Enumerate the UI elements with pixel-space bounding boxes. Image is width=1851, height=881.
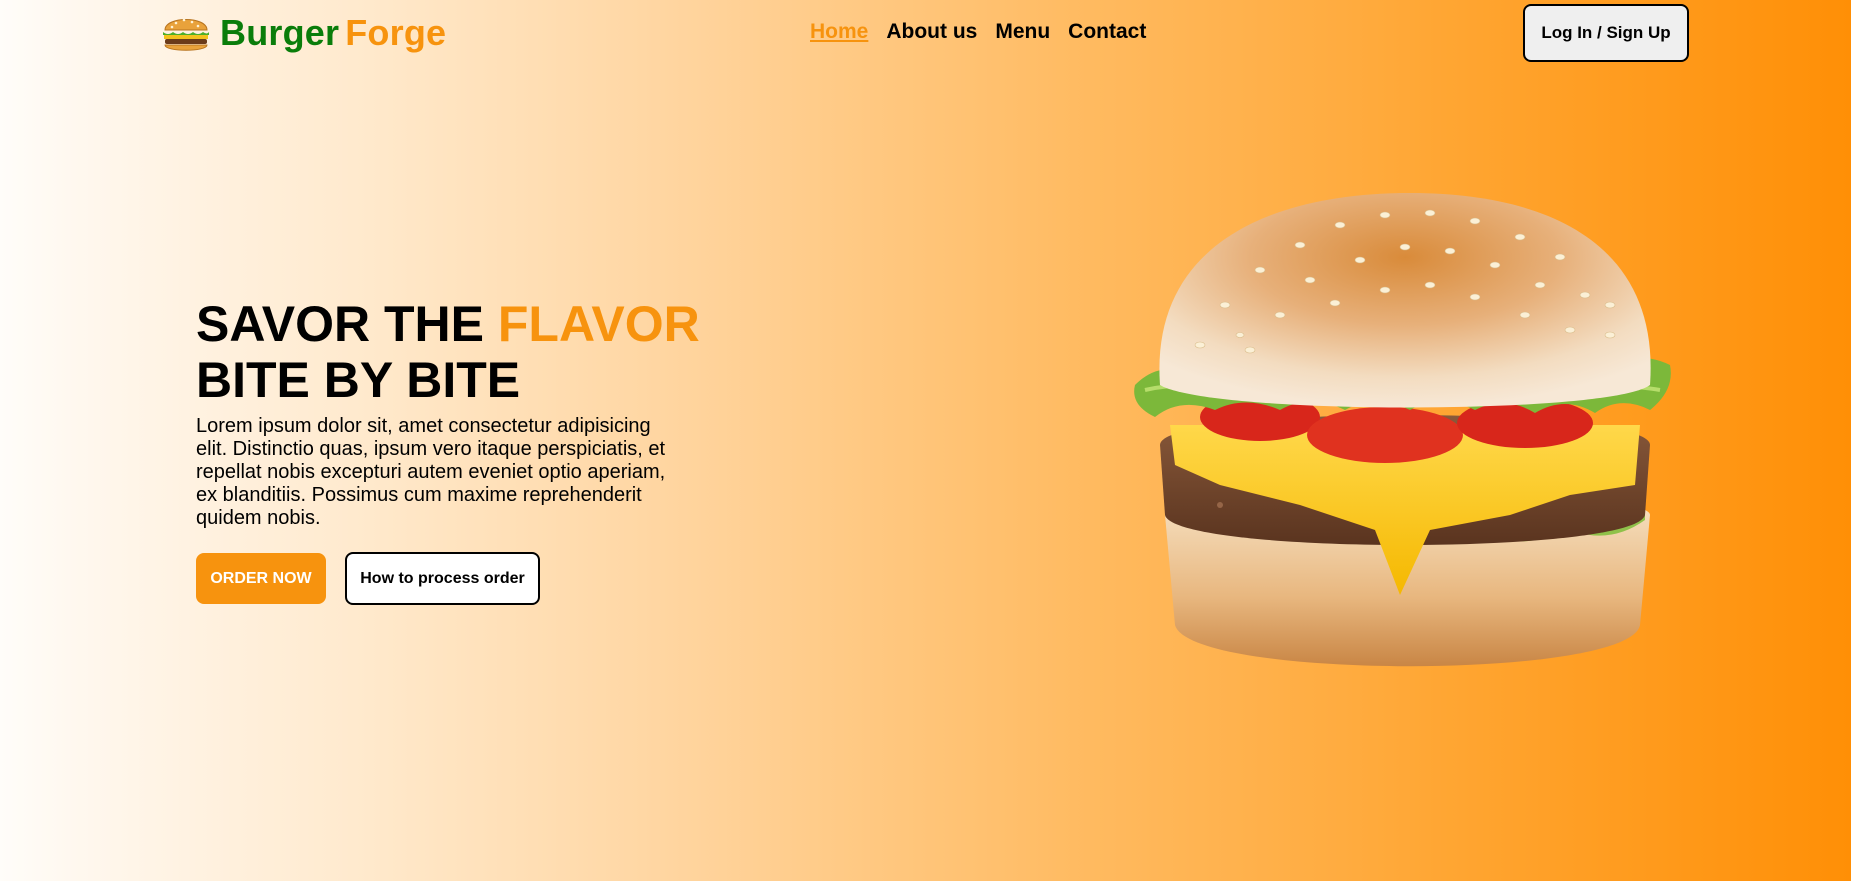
logo[interactable]: Burger Forge — [160, 10, 446, 56]
hero-title-line2: BITE BY BITE — [196, 352, 521, 408]
login-signup-button[interactable]: Log In / Sign Up — [1523, 4, 1689, 62]
nav-home[interactable]: Home — [810, 20, 868, 44]
nav-about-us[interactable]: About us — [886, 20, 977, 44]
brand-part-burger: Burger — [220, 12, 340, 53]
nav-contact[interactable]: Contact — [1068, 20, 1146, 44]
main-nav: Home About us Menu Contact — [810, 20, 1146, 44]
brand-part-forge: Forge — [345, 12, 447, 53]
order-now-button[interactable]: ORDER NOW — [196, 553, 326, 604]
burger-icon — [163, 18, 209, 51]
brand-name: Burger Forge — [220, 12, 446, 54]
how-to-order-button[interactable]: How to process order — [345, 552, 540, 605]
nav-menu[interactable]: Menu — [995, 20, 1050, 44]
hero-description: Lorem ipsum dolor sit, amet consectetur … — [196, 415, 666, 529]
hero-title-accent: FLAVOR — [497, 296, 700, 352]
cheeseburger-image — [1134, 193, 1671, 667]
hero-title-prefix: SAVOR THE — [196, 296, 498, 352]
hero-title: SAVOR THE FLAVOR BITE BY BITE — [196, 296, 700, 408]
